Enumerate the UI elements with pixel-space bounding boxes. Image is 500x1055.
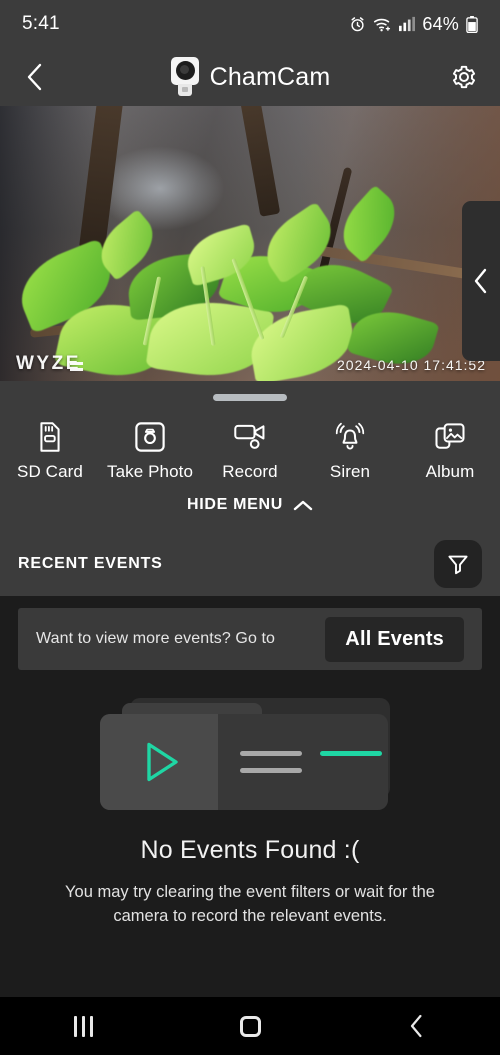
back-chevron-icon (27, 63, 42, 91)
more-events-banner[interactable]: Want to view more events? Go to All Even… (18, 608, 482, 670)
action-label: SD Card (17, 462, 83, 481)
app-screen: 5:41 64% ChamCam WYZE 2024-04-10 17:41:5… (0, 0, 500, 1055)
side-drawer-tab[interactable] (462, 201, 500, 361)
camera-icon (135, 422, 165, 452)
illustration-thumb (100, 714, 218, 810)
action-label: Siren (329, 462, 371, 481)
action-album[interactable]: Album (400, 422, 500, 482)
action-sd-card[interactable]: SD Card (0, 422, 100, 482)
illustration-card-front (100, 714, 388, 810)
action-label: Record (222, 462, 278, 481)
bell-alarm-icon (335, 422, 365, 450)
illustration-lines (218, 751, 388, 773)
hide-menu-button[interactable]: HIDE MENU (0, 496, 500, 532)
battery-percent: 64% (422, 13, 459, 34)
back-icon (411, 1014, 422, 1038)
nav-recents-button[interactable] (0, 1015, 167, 1037)
wyze-watermark: WYZE (16, 353, 83, 374)
recent-events-header: RECENT EVENTS (0, 532, 500, 596)
hide-menu-label: HIDE MENU (186, 496, 284, 513)
live-video-feed[interactable]: WYZE 2024-04-10 17:41:52 (0, 106, 500, 381)
camera-thumbnail-icon (170, 57, 200, 97)
android-nav-bar (0, 997, 500, 1055)
sd-card-icon (40, 422, 60, 452)
empty-state-subtitle: You may try clearing the event filters o… (65, 883, 435, 925)
action-siren[interactable]: Siren (300, 422, 400, 482)
sheet-handle-area (0, 381, 500, 414)
camera-actions-row: SD Card Take Photo Record Siren Album (0, 414, 500, 496)
alarm-icon (351, 16, 364, 31)
more-events-text: Want to view more events? Go to (36, 630, 276, 647)
video-camera-icon (234, 424, 265, 449)
action-label: Take Photo (106, 462, 194, 481)
recents-icon (73, 1015, 93, 1037)
back-button[interactable] (18, 60, 52, 94)
status-icons: 64% (349, 14, 478, 35)
filter-button[interactable] (434, 540, 482, 588)
page-title: ChamCam (209, 62, 331, 91)
illustration-line (240, 751, 302, 756)
action-record[interactable]: Record (200, 422, 300, 482)
events-panel: Want to view more events? Go to All Even… (0, 596, 500, 929)
illustration-line (240, 768, 302, 773)
play-triangle-icon (147, 742, 178, 782)
empty-state: No Events Found :( You may try clearing … (18, 670, 482, 929)
chevron-left-icon (474, 268, 487, 294)
nav-back-button[interactable] (333, 1013, 500, 1039)
photo-album-icon (435, 423, 465, 449)
gear-icon (452, 65, 476, 89)
status-time: 5:41 (22, 13, 60, 34)
battery-icon (466, 15, 478, 33)
action-take-photo[interactable]: Take Photo (100, 422, 200, 482)
filter-funnel-icon (448, 555, 468, 575)
recent-events-title: RECENT EVENTS (18, 555, 163, 572)
video-timestamp: 2024-04-10 17:41:52 (337, 357, 486, 373)
no-events-illustration (100, 698, 400, 818)
illustration-line-accent (320, 751, 382, 756)
wifi-icon (374, 18, 391, 31)
title-bar: ChamCam (0, 48, 500, 106)
title-group: ChamCam (0, 57, 500, 97)
nav-home-button[interactable] (167, 1015, 334, 1037)
status-bar: 5:41 64% (0, 0, 500, 48)
home-icon (239, 1015, 261, 1037)
empty-state-title: No Events Found :( (140, 836, 360, 864)
drag-handle[interactable] (213, 394, 287, 401)
chevron-up-icon (293, 500, 313, 510)
cellular-signal-icon (399, 16, 416, 32)
action-label: Album (425, 462, 475, 481)
all-events-button[interactable]: All Events (325, 616, 464, 662)
settings-button[interactable] (446, 59, 482, 95)
